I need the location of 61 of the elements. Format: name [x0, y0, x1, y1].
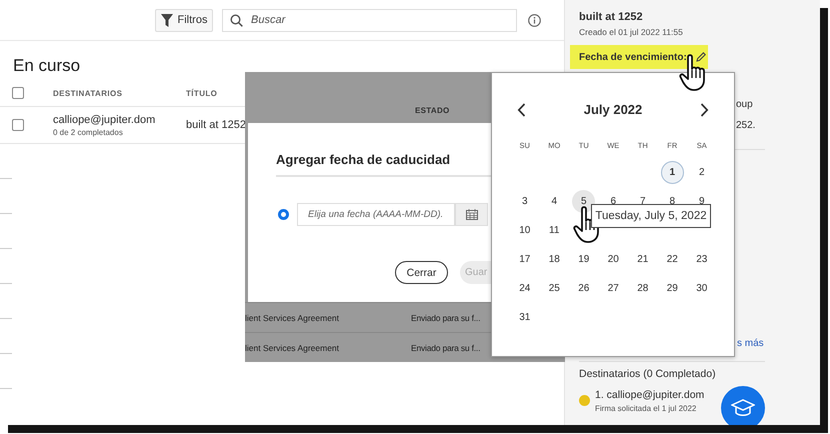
calendar-day[interactable]: 2 — [690, 161, 714, 184]
agreement-title: lient Services Agreement — [245, 312, 340, 322]
learn-button[interactable] — [721, 386, 765, 425]
month-title: July 2022 — [584, 102, 642, 117]
recipients-heading: Destinatarios (0 Completado) — [579, 368, 717, 380]
calendar-button[interactable] — [455, 203, 488, 226]
select-all-checkbox[interactable] — [12, 87, 24, 99]
calendar-day[interactable]: 4 — [542, 190, 566, 213]
due-date-label: Fecha de vencimiento: — [579, 52, 687, 62]
calendar-day[interactable]: 1 — [660, 161, 684, 184]
calendar-day[interactable]: 29 — [660, 277, 684, 300]
column-header: ESTADO — [415, 106, 450, 115]
column-header: DESTINATARIOS — [53, 88, 124, 98]
dialog-title: Agregar fecha de caducidad — [276, 152, 452, 167]
calendar-day[interactable]: 11 — [542, 219, 566, 242]
section-title: En curso — [13, 56, 82, 76]
column-header: TÍTULO — [186, 88, 218, 98]
search-icon — [230, 14, 243, 26]
calendar-day[interactable]: 24 — [513, 277, 536, 300]
recipient-status: Firma solicitada el 1 jul 2022 — [595, 404, 698, 413]
calendar-icon — [466, 209, 478, 220]
info-icon[interactable] — [528, 14, 541, 26]
date-input-field[interactable]: Elija una fecha (AAAA-MM-DD). — [297, 203, 455, 226]
calendar-day[interactable]: 30 — [690, 277, 714, 300]
status-text: Enviado para su f... — [411, 342, 480, 352]
description-text: 252. — [736, 120, 756, 131]
dialog-button[interactable]: Cerrar — [395, 261, 448, 284]
status-text: Enviado para su f... — [411, 312, 480, 322]
filter-icon — [160, 14, 173, 26]
next-month-icon[interactable] — [700, 102, 709, 116]
calendar-day[interactable]: 18 — [542, 248, 566, 271]
created-date: Creado el 01 jul 2022 11:55 — [579, 27, 684, 37]
graduation-cap-icon — [731, 398, 755, 418]
calendar-day[interactable]: 10 — [513, 219, 536, 242]
previous-month-icon[interactable] — [517, 102, 526, 116]
filter-button[interactable]: Filtros — [155, 8, 213, 32]
calendar-day[interactable]: 23 — [690, 248, 714, 271]
row-checkbox[interactable] — [12, 119, 24, 131]
progress-text: 0 de 2 completados — [53, 128, 124, 136]
calendar-day[interactable]: 22 — [660, 248, 684, 271]
calendar-day[interactable]: 3 — [513, 190, 536, 213]
description-text: oup — [736, 99, 754, 110]
calendar-day[interactable]: 20 — [602, 248, 625, 271]
calendar-day[interactable]: 21 — [631, 248, 654, 271]
calendar-day[interactable]: 19 — [572, 248, 596, 271]
recipient-name: 1. calliope@jupiter.dom — [595, 389, 704, 401]
agreement-title: built at 1252 — [186, 119, 247, 131]
calendar-day[interactable]: 31 — [513, 306, 536, 329]
pencil-icon[interactable] — [694, 51, 707, 63]
show-more-link[interactable]: s más — [737, 338, 764, 349]
calendar-day[interactable]: 25 — [542, 277, 566, 300]
agreement-title: built at 1252 — [579, 11, 644, 23]
recipient-email: calliope@jupiter.dom — [53, 114, 156, 126]
calendar-day[interactable]: 28 — [631, 277, 654, 300]
calendar-day[interactable]: 26 — [572, 277, 596, 300]
calendar-day[interactable]: 27 — [602, 277, 625, 300]
radio-button[interactable] — [278, 209, 289, 220]
agreement-title: lient Services Agreement — [245, 342, 340, 352]
calendar-day[interactable]: 17 — [513, 248, 536, 271]
search-field[interactable]: Buscar — [222, 8, 517, 32]
date-tooltip: Tuesday, July 5, 2022 — [591, 204, 711, 228]
